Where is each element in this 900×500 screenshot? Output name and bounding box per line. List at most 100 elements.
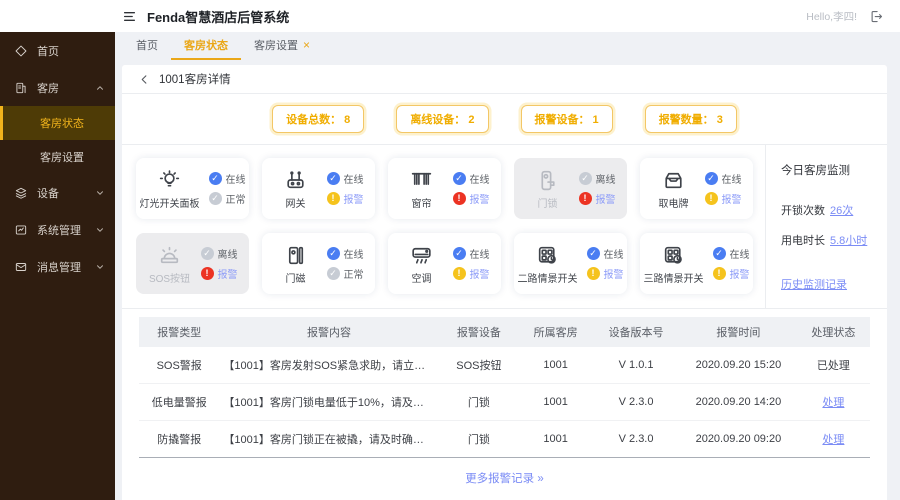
sidebar-item-label: 首页: [37, 45, 59, 58]
check-circle-icon: ✓: [452, 172, 466, 185]
device-info: 灯光开关面板: [140, 168, 200, 210]
back-arrow-icon[interactable]: [139, 74, 150, 85]
gateway-icon: [283, 168, 308, 193]
stat-badge-offline-devices: 离线设备： 2: [396, 105, 489, 133]
check-circle-icon: ✓: [578, 172, 592, 185]
exclaim-circle-icon: !: [452, 192, 466, 205]
table-row: 防撬警报 【1001】客房门锁正在被撬，请及时确认安全! 门锁 1001 V 2.3.0…: [139, 421, 870, 458]
exclaim-circle-icon: !: [578, 192, 592, 205]
system-icon: [14, 223, 28, 237]
exclaim-circle-icon: !: [452, 267, 466, 280]
device-monitor-section: 灯光开关面板 ✓ 在线 ✓ 正常 网关 ✓ 在线! 报警 窗帘 ✓ 在线! 报警 门锁 ✓ 离线! 报警 取电牌 ✓…: [122, 145, 887, 309]
table-cell: 1001: [543, 433, 568, 445]
check-circle-icon: ✓: [200, 247, 214, 260]
tab-home[interactable]: 首页: [123, 32, 171, 60]
logout-icon[interactable]: [869, 9, 884, 24]
device-card-curtain[interactable]: 窗帘 ✓ 在线! 报警: [388, 158, 501, 219]
device-card-door-sensor[interactable]: 门磁 ✓ 在线 ✓ 正常: [262, 233, 375, 294]
main-area: 首页 客房状态 客房设置 × 1001客房详情 设备总数： 8 离线设备： 2 报警设备：…: [115, 32, 900, 500]
table-cell: V 1.0.1: [618, 359, 654, 371]
status-alarm: ! 报警: [326, 191, 364, 206]
device-name: 取电牌: [658, 198, 689, 210]
sidebar-item-messages[interactable]: 消息管理: [0, 248, 115, 285]
sidebar-item-home[interactable]: 首页: [0, 32, 115, 69]
column-header: 报警设备: [456, 327, 501, 339]
light-switch-panel-icon: [157, 168, 182, 193]
sidebar-item-devices[interactable]: 设备: [0, 174, 115, 211]
tab-room-settings[interactable]: 客房设置 ×: [241, 32, 323, 60]
table-cell: SOS警报: [156, 360, 202, 372]
status-label: 在线: [729, 250, 750, 261]
check-circle-icon: ✓: [208, 172, 222, 185]
device-statuses: ✓ 在线 ! 报警: [326, 171, 364, 206]
table-cell: 2020.09.20 14:20: [695, 396, 782, 408]
hamburger-menu-icon[interactable]: [122, 10, 137, 23]
device-info: 门磁: [274, 243, 318, 285]
room-icon: [14, 81, 28, 95]
status-state: ✓ 在线: [208, 171, 246, 186]
status-alarm: ! 报警: [452, 191, 490, 206]
power-card-icon: [661, 168, 686, 193]
tab-close-icon[interactable]: ×: [303, 38, 310, 52]
status-label: 在线: [721, 175, 742, 186]
alarm-table-body: SOS警报 【1001】客房发射SOS紧急求助，请立即上门协助! SOS按钮 1001…: [139, 347, 870, 458]
exclaim-circle-icon: !: [712, 267, 726, 280]
sidebar-item-label: 消息管理: [37, 261, 81, 274]
topbar-left: Fenda智慧酒店后管系统: [122, 7, 289, 26]
tab-room-status[interactable]: 客房状态: [171, 32, 241, 60]
status-state: ✓ 离线: [200, 246, 238, 261]
device-info: 空调: [400, 243, 444, 285]
monitor-value-link[interactable]: 26次: [830, 205, 853, 217]
device-card-air-conditioner[interactable]: 空调 ✓ 在线! 报警: [388, 233, 501, 294]
status-state: ✓ 在线: [326, 171, 364, 186]
page-title: 1001客房详情: [159, 74, 231, 86]
device-card-scene-switch-2[interactable]: 二路情景开关 ✓ 在线! 报警: [514, 233, 627, 294]
sidebar-item-system[interactable]: 系统管理: [0, 211, 115, 248]
status-alarm: ! 报警: [712, 266, 750, 281]
monitor-row-power-duration: 用电时长 5.8小时: [781, 232, 879, 248]
device-statuses: ✓ 在线! 报警: [704, 171, 742, 206]
air-conditioner-icon: [409, 243, 434, 268]
device-info: 网关: [274, 168, 318, 210]
stat-badge-alarm-devices: 报警设备： 1: [520, 105, 613, 133]
status-label: 报警: [603, 270, 624, 281]
device-info: 二路情景开关: [518, 243, 578, 285]
status-label: 报警: [343, 195, 364, 206]
handle-alarm-link[interactable]: 处理: [797, 431, 870, 447]
table-cell: 2020.09.20 09:20: [695, 433, 782, 445]
device-card-gateway[interactable]: 网关 ✓ 在线 ! 报警: [262, 158, 375, 219]
sidebar-subitem-room-status[interactable]: 客房状态: [0, 106, 115, 140]
monitor-value-link[interactable]: 5.8小时: [830, 235, 867, 247]
column-header: 报警类型: [157, 327, 202, 339]
topbar-right: Hello,李四!: [806, 9, 884, 24]
history-records-link[interactable]: 历史监测记录: [781, 276, 847, 292]
status-state: ✓ 在线: [326, 246, 364, 261]
device-name: 门锁: [537, 198, 558, 210]
device-card-power-card[interactable]: 取电牌 ✓ 在线! 报警: [640, 158, 753, 219]
sidebar-subitem-room-settings[interactable]: 客房设置: [0, 140, 115, 174]
device-card-light-switch-panel[interactable]: 灯光开关面板 ✓ 在线 ✓ 正常: [136, 158, 249, 219]
device-card-sos-button[interactable]: SOS按钮 ✓ 离线! 报警: [136, 233, 249, 294]
device-card-scene-switch-3[interactable]: 三路情景开关 ✓ 在线! 报警: [640, 233, 753, 294]
handle-alarm-link[interactable]: 处理: [797, 394, 870, 410]
table-row: SOS警报 【1001】客房发射SOS紧急求助，请立即上门协助! SOS按钮 1001…: [139, 347, 870, 384]
table-cell: 【1001】客房门锁正在被撬，请及时确认安全!: [223, 434, 439, 446]
breadcrumb: 1001客房详情: [122, 65, 887, 94]
door-sensor-icon: [283, 243, 308, 268]
device-name: 窗帘: [411, 198, 432, 210]
monitor-row-unlock-count: 开锁次数 26次: [781, 202, 879, 218]
monitor-label: 用电时长: [781, 235, 825, 247]
status-label: 报警: [595, 195, 616, 206]
status-label: 在线: [603, 250, 624, 261]
status-alarm: ! 报警: [704, 191, 742, 206]
handled-status-text: 已处理: [816, 360, 850, 372]
app-window: Fenda智慧酒店后管系统 Hello,李四! 首页 客房 客房状态 客房设置 设备 系统…: [0, 0, 900, 500]
message-icon: [14, 260, 28, 274]
device-name: 空调: [411, 273, 432, 285]
device-card-door-lock[interactable]: 门锁 ✓ 离线! 报警: [514, 158, 627, 219]
more-alarm-records-link[interactable]: 更多报警记录 »: [122, 458, 887, 498]
column-header: 设备版本号: [608, 327, 664, 339]
double-arrow-icon: »: [537, 473, 544, 485]
status-label: 离线: [595, 175, 616, 186]
sidebar-item-rooms[interactable]: 客房: [0, 69, 115, 106]
